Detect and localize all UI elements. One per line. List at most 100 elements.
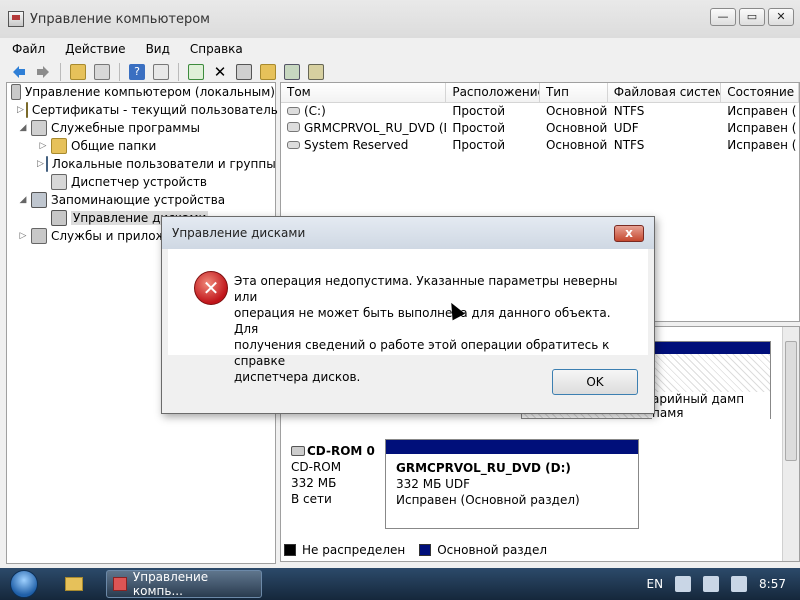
disk-properties-button[interactable] — [305, 62, 327, 82]
ok-button[interactable]: OK — [552, 369, 638, 395]
clock[interactable]: 8:57 — [759, 577, 786, 591]
up-folder-icon — [70, 64, 86, 80]
taskbar-explorer-button[interactable] — [58, 570, 100, 598]
menu-action[interactable]: Действие — [63, 40, 127, 58]
expand-icon[interactable]: ▷ — [17, 231, 29, 241]
network-icon[interactable] — [703, 576, 720, 592]
delete-button[interactable]: ✕ — [209, 62, 231, 82]
tree-item-local-users[interactable]: ▷ Локальные пользователи и группы — [7, 155, 276, 173]
refresh-button[interactable] — [185, 62, 207, 82]
window-title: Управление компьютером — [30, 11, 210, 27]
services-icon — [31, 228, 47, 244]
disk-properties-icon — [308, 64, 324, 80]
tree-item-label: Диспетчер устройств — [71, 175, 208, 189]
tree-item-label: Управление компьютером (локальным) — [24, 85, 275, 99]
menu-help[interactable]: Справка — [188, 40, 245, 58]
properties-icon — [153, 64, 169, 80]
computer-management-icon — [8, 11, 24, 27]
legend-unallocated: Не распределен — [302, 543, 406, 557]
taskbar-computer-management-button[interactable]: Управление компь... — [106, 570, 262, 598]
certificate-icon — [25, 102, 28, 118]
maximize-button[interactable]: ▭ — [739, 8, 765, 26]
primary-partition-bar — [386, 440, 638, 454]
refresh-icon — [188, 64, 204, 80]
column-header-type[interactable]: Тип — [540, 83, 608, 102]
scrollbar-thumb[interactable] — [785, 341, 797, 461]
expand-icon[interactable]: ▷ — [17, 105, 24, 115]
dialog-close-button[interactable]: x — [614, 225, 644, 242]
cdrom-disk-label[interactable]: CD-ROM 0 CD-ROM 332 МБ В сети — [291, 443, 381, 507]
tree-item-storage[interactable]: ◢ Запоминающие устройства — [7, 191, 275, 209]
collapse-icon[interactable]: ◢ — [17, 195, 29, 205]
type-cell: Основной — [545, 121, 608, 135]
help-icon: ? — [129, 64, 145, 80]
properties-button[interactable] — [150, 62, 172, 82]
tree-item-system-tools[interactable]: ◢ Служебные программы — [7, 119, 275, 137]
column-header-status[interactable]: Состояние — [721, 83, 799, 102]
minimize-button[interactable]: — — [710, 8, 736, 26]
up-button[interactable] — [67, 62, 89, 82]
action-center-icon[interactable] — [675, 576, 692, 592]
system-tray: EN 8:57 — [646, 568, 800, 600]
filesystem-cell: NTFS — [613, 138, 645, 152]
close-button[interactable]: ✕ — [768, 8, 794, 26]
show-tree-button[interactable] — [91, 62, 113, 82]
table-row[interactable]: GRMCPRVOL_RU_DVD (D:) Простой Основной U… — [281, 120, 799, 137]
toolbar-separator — [178, 63, 179, 81]
menu-view[interactable]: Вид — [144, 40, 172, 58]
toolbar: ? ✕ — [0, 60, 800, 84]
status-cell: Исправен ( — [727, 104, 797, 118]
column-header-layout[interactable]: Расположение — [446, 83, 540, 102]
volume-cell: System Reserved — [281, 137, 446, 154]
table-row[interactable]: System Reserved Простой Основной NTFS Ис… — [281, 137, 799, 154]
legend-primary: Основной раздел — [437, 543, 548, 557]
filesystem-cell: NTFS — [613, 104, 645, 118]
back-button[interactable] — [8, 62, 30, 82]
table-row[interactable]: (C:) Простой Основной NTFS Исправен ( — [281, 103, 799, 120]
layout-cell: Простой — [452, 104, 506, 118]
search-icon — [284, 64, 300, 80]
volume-name: System Reserved — [304, 138, 409, 152]
language-indicator[interactable]: EN — [646, 577, 663, 591]
vertical-scrollbar[interactable] — [782, 327, 799, 561]
column-header-volume[interactable]: Том — [281, 83, 447, 102]
volume-cell: (C:) — [281, 103, 446, 120]
forward-button[interactable] — [32, 62, 54, 82]
menu-file[interactable]: Файл — [10, 40, 47, 58]
storage-icon — [31, 192, 47, 208]
dialog-title: Управление дисками — [162, 217, 654, 249]
tree-item-shared-folders[interactable]: ▷ Общие папки — [7, 137, 275, 155]
partition-partial-label: арийный дамп памя — [652, 392, 770, 420]
search-button[interactable] — [281, 62, 303, 82]
cdrom-name: CD-ROM 0 — [307, 444, 375, 458]
collapse-icon[interactable]: ◢ — [17, 123, 29, 133]
volume-muted-icon[interactable] — [731, 576, 748, 592]
status-cell: Исправен ( — [727, 121, 797, 135]
open-button[interactable] — [257, 62, 279, 82]
windows-logo-icon — [10, 570, 38, 598]
help-button[interactable]: ? — [126, 62, 148, 82]
cdrom-partition-info: GRMCPRVOL_RU_DVD (D:) 332 МБ UDF Исправе… — [386, 454, 638, 514]
disk-management-icon — [51, 210, 67, 226]
tree-item-label: Локальные пользователи и группы — [51, 157, 276, 171]
drive-icon — [287, 141, 300, 149]
title-bar: Управление компьютером — ▭ ✕ — [0, 0, 800, 38]
volume-list-header: Том Расположение Тип Файловая система Со… — [281, 83, 799, 103]
expand-icon[interactable]: ▷ — [37, 159, 44, 169]
drive-icon — [287, 107, 300, 115]
taskbar-app-label: Управление компь... — [132, 570, 209, 598]
computer-management-icon — [113, 577, 127, 591]
cdrom-partition[interactable]: GRMCPRVOL_RU_DVD (D:) 332 МБ UDF Исправе… — [385, 439, 639, 529]
expand-icon[interactable]: ▷ — [37, 141, 49, 151]
status-cell: Исправен ( — [727, 138, 797, 152]
column-header-filesystem[interactable]: Файловая система — [608, 83, 722, 102]
tree-item-certificates[interactable]: ▷ Сертификаты - текущий пользователь — [7, 101, 278, 119]
back-icon — [13, 66, 25, 78]
tree-root[interactable]: Управление компьютером (локальным) — [7, 83, 275, 101]
error-icon: ✕ — [194, 271, 228, 305]
tree-item-device-manager[interactable]: Диспетчер устройств — [7, 173, 275, 191]
settings-button[interactable] — [233, 62, 255, 82]
volume-cell: GRMCPRVOL_RU_DVD (D:) — [281, 120, 446, 137]
device-manager-icon — [51, 174, 67, 190]
start-button[interactable] — [4, 568, 44, 600]
